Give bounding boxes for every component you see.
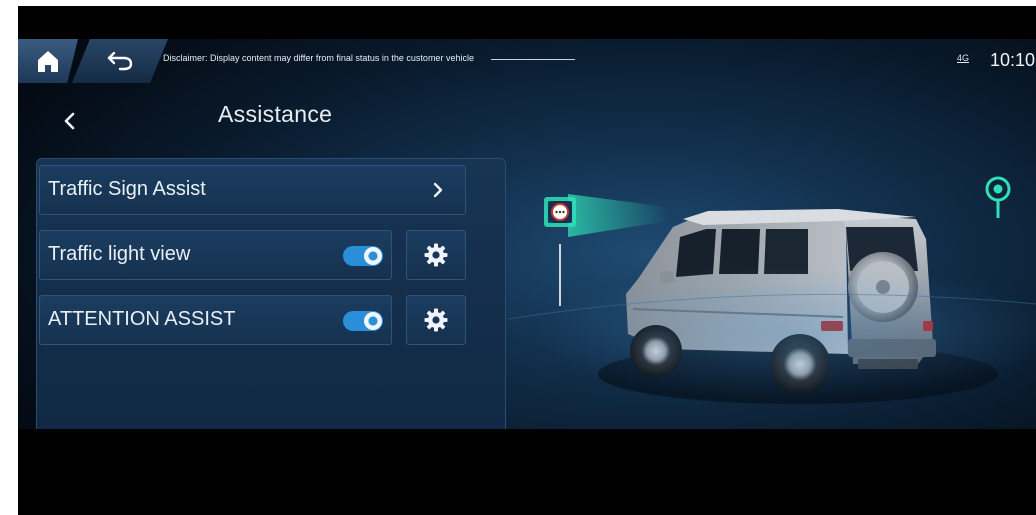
chevron-left-icon [64,112,75,130]
traffic-sign-assist-row[interactable]: Traffic Sign Assist [39,165,466,215]
assistance-screen: Disclaimer: Display content may differ f… [18,39,1036,429]
page-title: Assistance [218,101,333,127]
home-icon [38,51,58,72]
status-bar: Disclaimer: Display content may differ f… [18,39,1036,83]
row-label: Traffic Sign Assist [48,178,206,200]
chevron-right-icon [433,182,443,198]
attention-assist-settings-button[interactable] [406,295,466,345]
network-indicator: 4G [957,53,970,63]
gear-icon [424,243,448,267]
traffic-light-view-settings-button[interactable] [406,230,466,280]
home-button[interactable] [18,39,78,83]
header-back-button[interactable] [58,109,82,133]
bottom-bar [18,429,1036,515]
back-button[interactable] [72,39,168,83]
gear-icon [424,308,448,332]
back-arrow-icon [107,51,133,71]
toggle-knob [364,312,382,330]
row-label: Traffic light view [48,243,191,265]
toggle-knob [364,247,382,265]
disclaimer-text: Disclaimer: Display content may differ f… [163,53,474,63]
divider-line [491,59,575,60]
traffic-light-view-toggle[interactable] [343,246,383,266]
infotainment-frame: Disclaimer: Display content may differ f… [18,6,1036,515]
row-label: ATTENTION ASSIST [48,308,236,330]
clock: 10:10 [990,50,1036,70]
attention-assist-toggle[interactable] [343,311,383,331]
attention-assist-row[interactable]: ATTENTION ASSIST [39,295,392,345]
location-pin-icon [985,176,1011,218]
vehicle-illustration [508,194,1036,404]
traffic-light-view-row[interactable]: Traffic light view [39,230,392,280]
